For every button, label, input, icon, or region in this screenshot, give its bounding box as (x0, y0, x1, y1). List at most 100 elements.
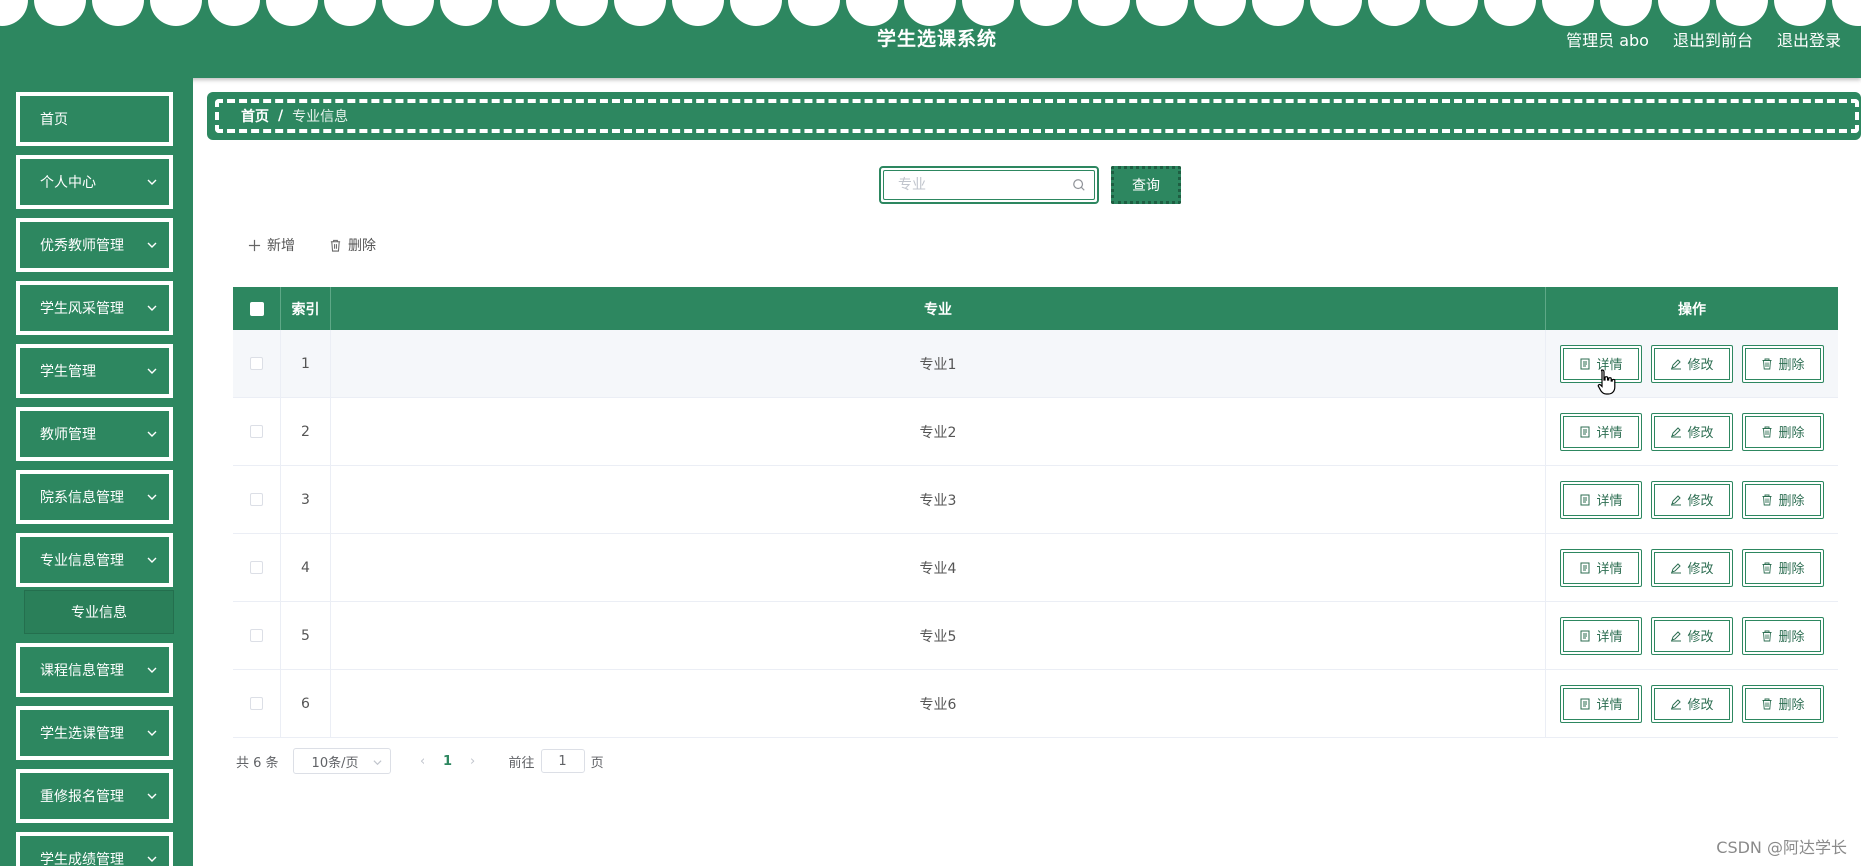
detail-button[interactable]: 详情 (1560, 480, 1642, 519)
row-index: 3 (281, 466, 331, 533)
row-checkbox[interactable] (250, 493, 263, 506)
sidebar-item-excellent-teacher[interactable]: 优秀教师管理 (16, 218, 173, 272)
edit-button[interactable]: 修改 (1651, 548, 1733, 587)
sidebar-item-home[interactable]: 首页 (16, 92, 173, 146)
goto-page-input[interactable] (540, 749, 585, 773)
document-icon (1580, 426, 1590, 437)
sidebar-item-student-score[interactable]: 学生成绩管理 (16, 832, 173, 866)
delete-button[interactable]: 删除 (1742, 616, 1824, 655)
delete-button[interactable]: 删除 (1742, 684, 1824, 723)
detail-button-label: 详情 (1596, 562, 1623, 577)
sidebar-subitem-major-info[interactable]: 专业信息 (24, 590, 174, 634)
select-all-checkbox[interactable] (249, 301, 264, 316)
edit-button-label: 修改 (1687, 494, 1714, 509)
chevron-down-icon (373, 760, 382, 766)
chevron-down-icon (147, 730, 157, 736)
scallop (1832, 0, 1861, 26)
edit-button[interactable]: 修改 (1651, 684, 1733, 723)
page-size-select[interactable]: 10条/页 (292, 748, 391, 774)
search-input[interactable] (884, 171, 1094, 199)
row-operations: 详情 修改 删除 (1546, 330, 1838, 397)
add-button[interactable]: 新增 (248, 235, 295, 255)
row-major: 专业5 (331, 602, 1546, 669)
scallop (788, 0, 840, 26)
edit-button[interactable]: 修改 (1651, 344, 1733, 383)
row-checkbox[interactable] (250, 357, 263, 370)
sidebar-item-retake-signup[interactable]: 重修报名管理 (16, 769, 173, 823)
scallop (672, 0, 724, 26)
document-icon (1580, 630, 1590, 641)
toolbar: 新增 删除 (248, 235, 376, 255)
query-button[interactable]: 查询 (1111, 166, 1181, 204)
chevron-down-icon (147, 305, 157, 311)
chevron-down-icon (147, 793, 157, 799)
goto-page: 前往 页 (509, 749, 604, 773)
delete-button[interactable]: 删除 (1742, 548, 1824, 587)
row-checkbox[interactable] (250, 697, 263, 710)
chevron-down-icon (147, 494, 157, 500)
row-checkbox[interactable] (250, 561, 263, 574)
delete-button-label: 删除 (1778, 562, 1805, 577)
sidebar-item-student[interactable]: 学生管理 (16, 344, 173, 398)
edit-button[interactable]: 修改 (1651, 480, 1733, 519)
scallop (1078, 0, 1130, 26)
sidebar-item-label: 学生选课管理 (40, 726, 124, 742)
edit-icon (1671, 358, 1682, 369)
row-index: 6 (281, 670, 331, 737)
scallop (1310, 0, 1362, 26)
document-icon (1580, 698, 1590, 709)
sidebar-item-label: 教师管理 (40, 427, 96, 443)
detail-button[interactable]: 详情 (1560, 616, 1642, 655)
trash-icon (1762, 562, 1772, 573)
table-row: 6 专业6 详情 修改 删除 (233, 670, 1838, 738)
scallop (150, 0, 202, 26)
detail-button[interactable]: 详情 (1560, 412, 1642, 451)
page-number-1[interactable]: 1 (433, 754, 463, 769)
edit-button[interactable]: 修改 (1651, 412, 1733, 451)
edit-button-label: 修改 (1687, 630, 1714, 645)
search-box (879, 166, 1099, 204)
table-row: 3 专业3 详情 修改 删除 (233, 466, 1838, 534)
row-checkbox[interactable] (250, 425, 263, 438)
header-checkbox-cell (233, 287, 281, 330)
row-checkbox-cell (233, 466, 281, 533)
scallop (962, 0, 1014, 26)
scallop (1774, 0, 1826, 26)
breadcrumb-home-link[interactable]: 首页 (241, 106, 269, 126)
row-checkbox[interactable] (250, 629, 263, 642)
sidebar-item-teacher[interactable]: 教师管理 (16, 407, 173, 461)
exit-to-front-link[interactable]: 退出到前台 (1673, 27, 1753, 51)
trash-icon (1762, 494, 1772, 505)
logout-link[interactable]: 退出登录 (1777, 27, 1841, 51)
top-header: 学生选课系统 管理员 abo 退出到前台 退出登录 (0, 0, 1861, 78)
sidebar-item-student-showcase[interactable]: 学生风采管理 (16, 281, 173, 335)
scallop (0, 0, 28, 26)
add-button-label: 新增 (267, 238, 295, 254)
scallop (208, 0, 260, 26)
document-icon (1580, 562, 1590, 573)
row-major: 专业6 (331, 670, 1546, 737)
prev-page-button[interactable]: ‹ (413, 754, 433, 769)
delete-button[interactable]: 删除 (1742, 344, 1824, 383)
trash-icon (1762, 698, 1772, 709)
delete-button[interactable]: 删除 (1742, 412, 1824, 451)
row-operations: 详情 修改 删除 (1546, 398, 1838, 465)
edit-button[interactable]: 修改 (1651, 616, 1733, 655)
detail-button[interactable]: 详情 (1560, 684, 1642, 723)
scallop (266, 0, 318, 26)
delete-button-label: 删除 (1778, 426, 1805, 441)
sidebar-item-department[interactable]: 院系信息管理 (16, 470, 173, 524)
sidebar-item-personal-center[interactable]: 个人中心 (16, 155, 173, 209)
delete-button[interactable]: 删除 (1742, 480, 1824, 519)
next-page-button[interactable]: › (463, 754, 483, 769)
detail-button[interactable]: 详情 (1560, 548, 1642, 587)
edit-icon (1671, 494, 1682, 505)
sidebar-item-course-selection[interactable]: 学生选课管理 (16, 706, 173, 760)
sidebar-item-major-info[interactable]: 专业信息管理 (16, 533, 173, 587)
batch-delete-button[interactable]: 删除 (329, 235, 376, 255)
row-checkbox-cell (233, 330, 281, 397)
row-checkbox-cell (233, 602, 281, 669)
scallop (904, 0, 956, 26)
pagination: 共 6 条 10条/页 ‹ 1 › 前往 页 (236, 748, 604, 774)
sidebar-item-course-info[interactable]: 课程信息管理 (16, 643, 173, 697)
